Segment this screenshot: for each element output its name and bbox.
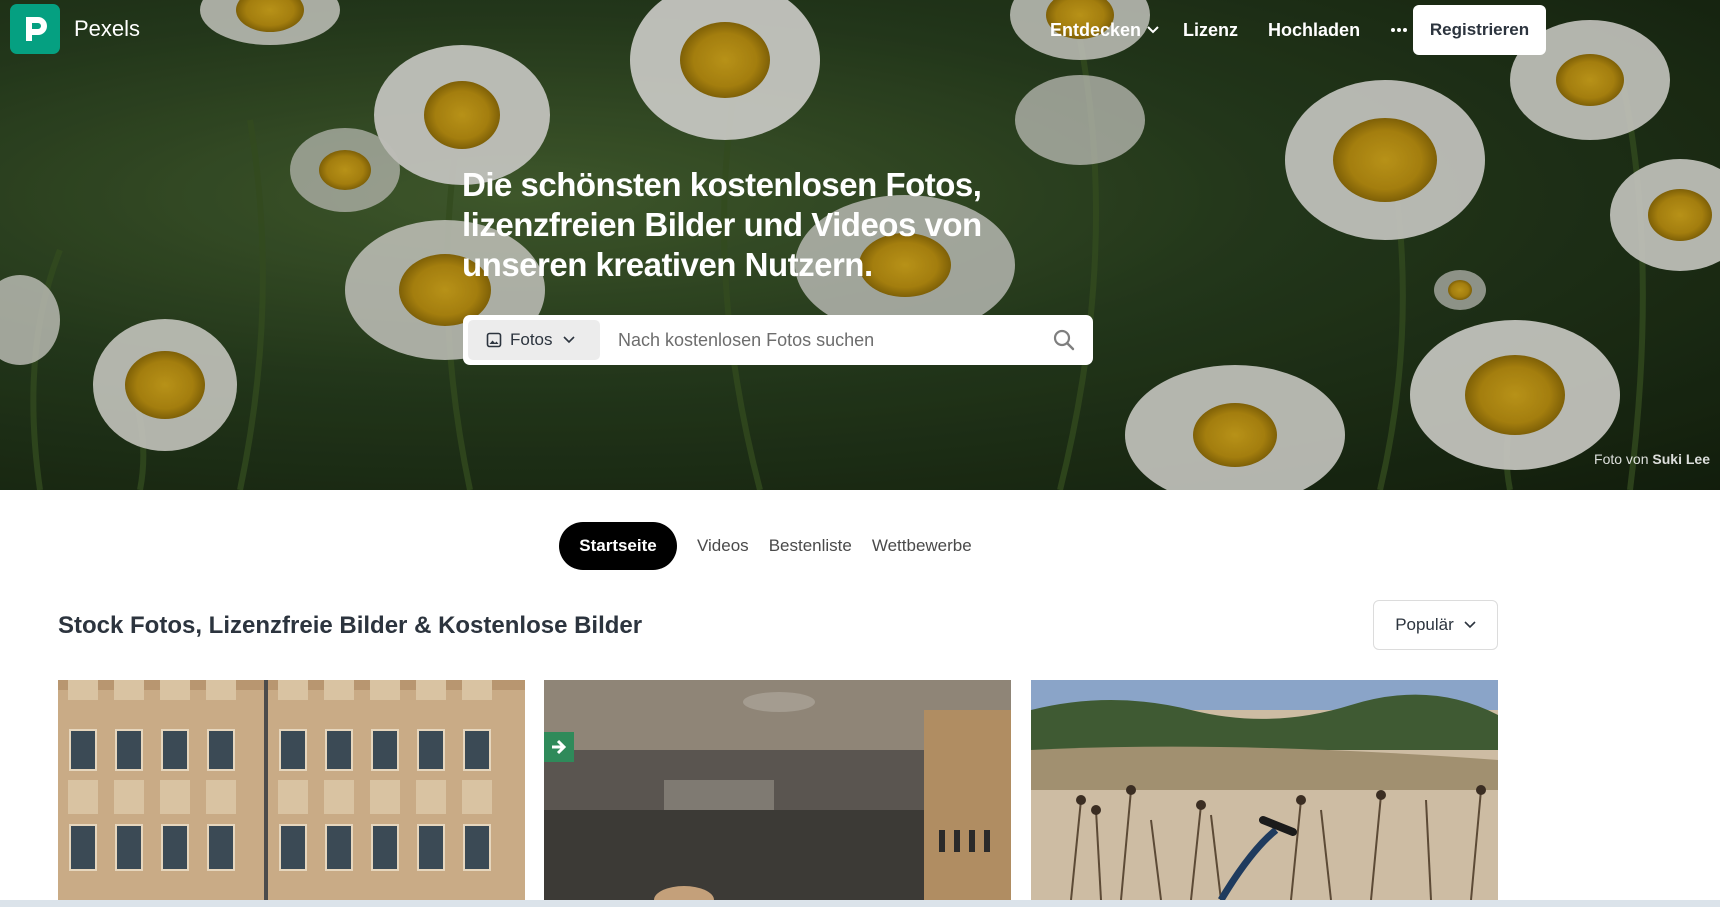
- chevron-down-icon: [1464, 621, 1476, 629]
- office-interior-image: [544, 680, 1011, 900]
- search-icon[interactable]: [1053, 329, 1075, 351]
- tab-videos[interactable]: Videos: [697, 536, 749, 556]
- hero-headline: Die schönsten kostenlosen Fotos, lizenzf…: [462, 166, 982, 283]
- tab-home[interactable]: Startseite: [559, 522, 677, 570]
- credit-author: Suki Lee: [1652, 451, 1710, 467]
- chevron-down-icon: [562, 336, 575, 344]
- bottom-edge: [0, 900, 1720, 907]
- search-type-label: Fotos: [510, 330, 553, 349]
- photo-card-office[interactable]: [544, 680, 1011, 900]
- section-title: Stock Fotos, Lizenzfreie Bilder & Kosten…: [58, 612, 643, 639]
- sort-dropdown[interactable]: Populär: [1373, 600, 1498, 650]
- logo[interactable]: Pexels: [10, 4, 140, 54]
- pexels-logo-icon: [10, 4, 60, 54]
- tab-leaderboard[interactable]: Bestenliste: [769, 536, 852, 556]
- search-type-dropdown[interactable]: Fotos: [468, 320, 600, 360]
- sort-label: Populär: [1395, 615, 1454, 634]
- search-bar: Fotos: [463, 315, 1093, 365]
- bicycle-field-image: [1031, 680, 1498, 900]
- top-nav: Entdecken Lizenz Hochladen: [1050, 14, 1446, 46]
- nav-explore-label: Entdecken: [1050, 19, 1142, 40]
- credit-prefix: Foto von: [1594, 451, 1649, 467]
- content-tabs: Startseite Videos Bestenliste Wettbewerb…: [559, 522, 992, 570]
- building-facade-image: [58, 680, 525, 900]
- tab-challenges[interactable]: Wettbewerbe: [872, 536, 972, 556]
- search-input[interactable]: [618, 323, 1018, 357]
- hero-banner: Pexels Entdecken Lizenz Hochladen Regist…: [0, 0, 1720, 490]
- photo-card-building[interactable]: [58, 680, 525, 900]
- nav-license[interactable]: Lizenz: [1183, 20, 1238, 41]
- chevron-down-icon: [1147, 26, 1159, 34]
- image-icon: [486, 332, 502, 348]
- join-button[interactable]: Registrieren: [1413, 5, 1546, 55]
- more-dots-icon[interactable]: [1390, 27, 1408, 33]
- photo-credit[interactable]: Foto von Suki Lee: [1594, 451, 1710, 467]
- nav-upload[interactable]: Hochladen: [1268, 20, 1360, 41]
- nav-explore[interactable]: Entdecken: [1050, 20, 1159, 41]
- brand-name: Pexels: [74, 16, 141, 41]
- photo-card-bicycle[interactable]: [1031, 680, 1498, 900]
